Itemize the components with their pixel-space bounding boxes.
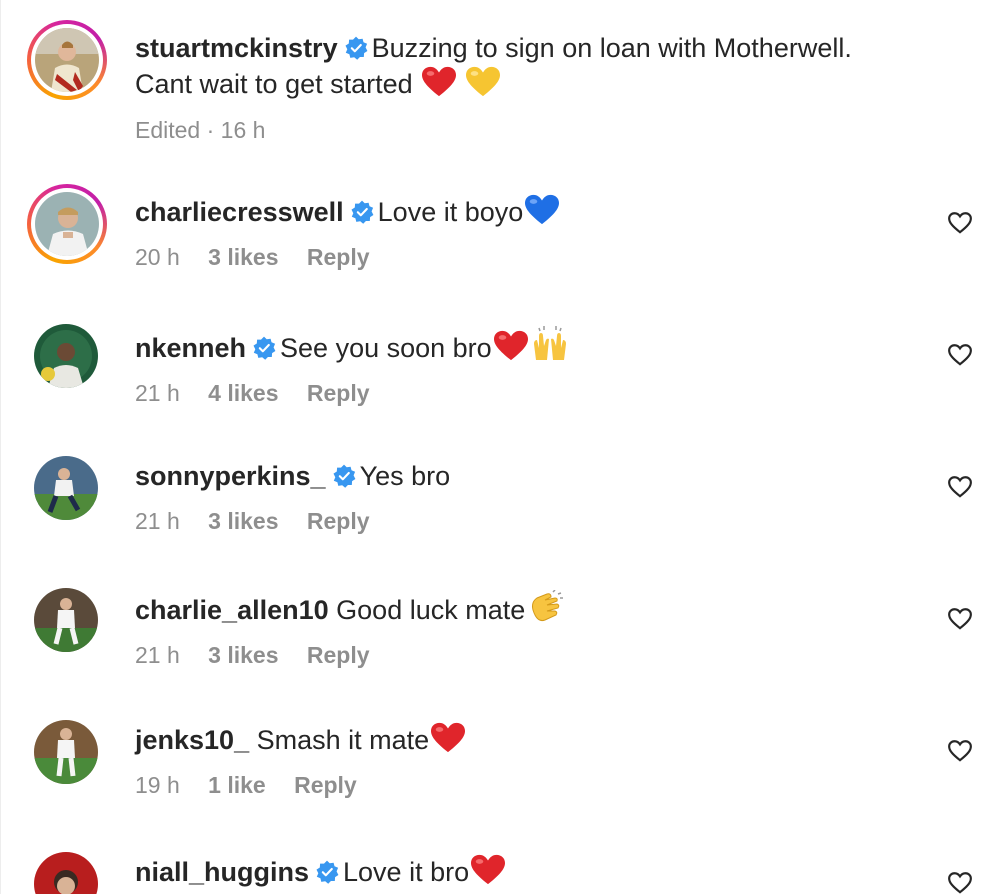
reply-button[interactable]: Reply: [307, 508, 370, 534]
player-avatar-icon: [34, 324, 98, 388]
raising-hands-icon: [533, 326, 566, 360]
avatar[interactable]: [34, 720, 98, 784]
comment-username[interactable]: jenks10_: [135, 725, 249, 755]
red-heart-icon: [422, 66, 457, 97]
comment-text: Good luck mate: [336, 595, 526, 625]
heart-outline-icon[interactable]: [947, 738, 973, 764]
edited-label: Edited: [135, 117, 201, 143]
clapping-hands-icon: [532, 590, 564, 621]
list-item: charlie_allen10 Good luck mate 21 h 3 li…: [1, 588, 998, 698]
heart-outline-icon[interactable]: [947, 606, 973, 632]
avatar[interactable]: [27, 184, 107, 264]
comment-text: Love it boyo: [377, 197, 524, 227]
avatar[interactable]: [34, 324, 98, 388]
list-item: charliecresswell Love it boyo 20 h 3 like…: [1, 184, 998, 294]
comments-panel: stuartmckinstry Buzzing to sign on loan w…: [0, 0, 998, 894]
heart-outline-icon[interactable]: [947, 342, 973, 368]
comment-username[interactable]: niall_huggins: [135, 857, 309, 887]
post-caption: stuartmckinstry Buzzing to sign on loan w…: [1, 20, 998, 150]
verified-badge-icon: [345, 36, 367, 60]
comment-time: 21 h: [135, 642, 180, 668]
verified-badge-icon: [351, 200, 374, 224]
red-heart-icon: [431, 722, 466, 753]
player-avatar-icon: [34, 852, 98, 894]
comment-time: 20 h: [135, 244, 180, 270]
verified-badge-icon: [333, 464, 355, 488]
player-avatar-icon: [35, 28, 99, 92]
likes-count[interactable]: 3 likes: [208, 244, 278, 270]
avatar[interactable]: [34, 588, 98, 652]
comment-text: See you soon bro: [280, 333, 492, 363]
meta-separator: ·: [206, 117, 215, 143]
caption-username[interactable]: stuartmckinstry: [135, 33, 338, 63]
likes-count[interactable]: 3 likes: [208, 642, 278, 668]
heart-outline-icon[interactable]: [947, 870, 973, 894]
comment-username[interactable]: charlie_allen10: [135, 595, 329, 625]
comment-text: Yes bro: [359, 461, 451, 491]
blue-heart-icon: [525, 194, 560, 225]
likes-count[interactable]: 4 likes: [208, 380, 278, 406]
verified-badge-icon: [253, 336, 276, 360]
comment-username[interactable]: sonnyperkins_: [135, 461, 326, 491]
player-avatar-icon: [34, 588, 98, 652]
reply-button[interactable]: Reply: [307, 642, 370, 668]
reply-button[interactable]: Reply: [307, 380, 370, 406]
avatar[interactable]: [34, 852, 98, 894]
avatar[interactable]: [34, 456, 98, 520]
red-heart-icon: [471, 854, 506, 885]
list-item: niall_huggins Love it bro: [1, 852, 998, 894]
caption-text-line1: Buzzing to sign on loan with Motherwell.: [371, 33, 852, 63]
reply-button[interactable]: Reply: [307, 244, 370, 270]
red-heart-icon: [493, 330, 528, 361]
reply-button[interactable]: Reply: [294, 772, 357, 798]
list-item: sonnyperkins_ Yes bro 21 h 3 likes Reply: [1, 456, 998, 566]
heart-outline-icon[interactable]: [947, 210, 973, 236]
likes-count[interactable]: 1 like: [208, 772, 266, 798]
comment-time: 19 h: [135, 772, 180, 798]
caption-time: 16 h: [220, 117, 266, 143]
player-avatar-icon: [34, 720, 98, 784]
comment-text: Smash it mate: [256, 725, 430, 755]
list-item: nkenneh See you soon bro 21 h 4 likes Rep…: [1, 324, 998, 434]
comment-time: 21 h: [135, 380, 180, 406]
heart-outline-icon[interactable]: [947, 474, 973, 500]
comment-username[interactable]: nkenneh: [135, 333, 246, 363]
list-item: jenks10_ Smash it mate 19 h 1 like Reply: [1, 720, 998, 830]
player-avatar-icon: [34, 456, 98, 520]
yellow-heart-icon: [465, 66, 500, 97]
player-avatar-icon: [35, 192, 99, 256]
verified-badge-icon: [316, 860, 339, 884]
caption-text-line2: Cant wait to get started: [135, 69, 413, 99]
comment-username[interactable]: charliecresswell: [135, 197, 344, 227]
comment-time: 21 h: [135, 508, 180, 534]
comment-text: Love it bro: [343, 857, 470, 887]
likes-count[interactable]: 3 likes: [208, 508, 278, 534]
avatar[interactable]: [27, 20, 107, 100]
